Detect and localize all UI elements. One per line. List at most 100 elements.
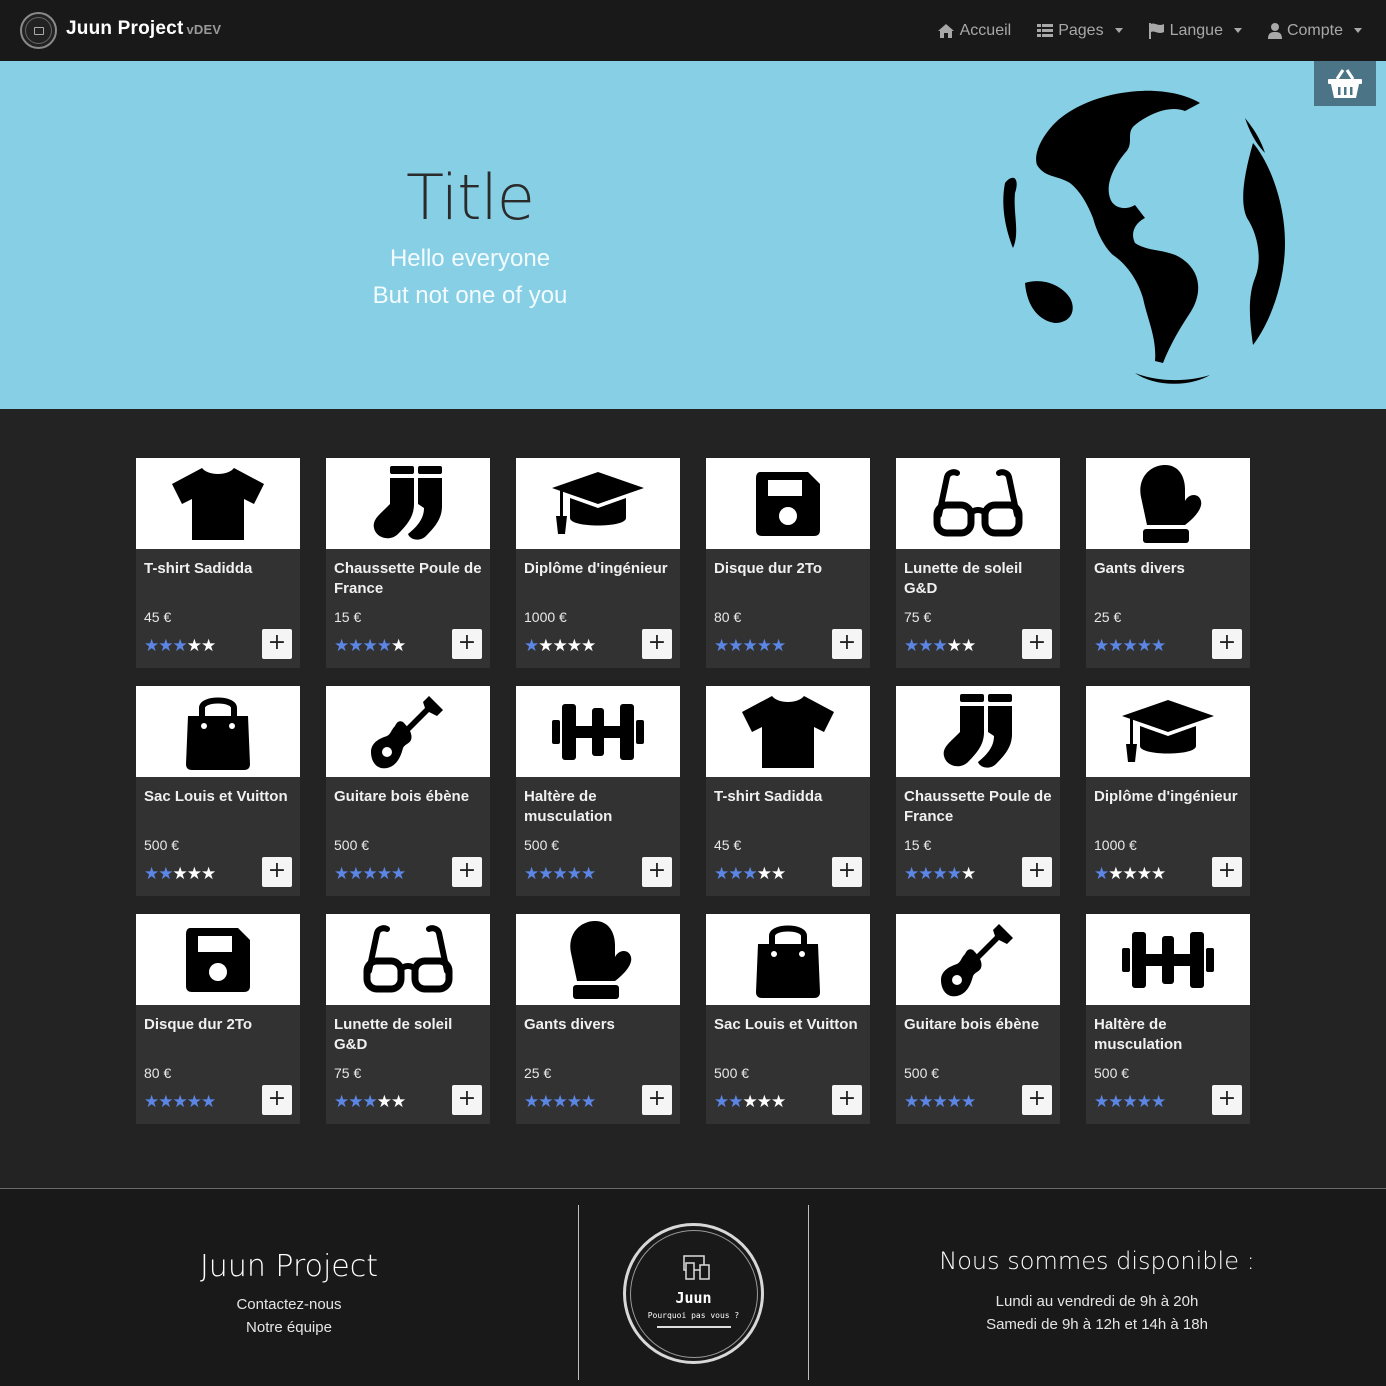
navbar: Juun Project vDEV Accueil Pages Langue Co… bbox=[0, 0, 1386, 61]
product-name[interactable]: Sac Louis et Vuitton bbox=[714, 1015, 864, 1035]
star-icon: ★ bbox=[756, 864, 772, 884]
add-to-cart-button[interactable]: + bbox=[1022, 857, 1052, 887]
star-icon: ★ bbox=[391, 1092, 406, 1112]
product-name[interactable]: Haltère de musculation bbox=[1094, 1015, 1244, 1055]
star-icon: ★ bbox=[918, 636, 933, 656]
product-card[interactable]: Gants divers 25 € ★★★★★ + bbox=[1086, 458, 1250, 668]
add-to-cart-button[interactable]: + bbox=[832, 629, 862, 659]
product-card[interactable]: Guitare bois ébène 500 € ★★★★★ + bbox=[326, 686, 490, 896]
add-to-cart-button[interactable]: + bbox=[452, 1085, 482, 1115]
star-icon: ★ bbox=[714, 1092, 729, 1112]
rating-stars: ★★★★★ bbox=[334, 1092, 406, 1112]
floppy-disk-icon bbox=[136, 914, 300, 1005]
brand-logo[interactable] bbox=[20, 12, 57, 49]
star-icon: ★ bbox=[391, 636, 406, 656]
add-to-cart-button[interactable]: + bbox=[1212, 629, 1242, 659]
add-to-cart-button[interactable]: + bbox=[832, 1085, 862, 1115]
add-to-cart-button[interactable]: + bbox=[642, 1085, 672, 1115]
contact-link[interactable]: Contactez-nous bbox=[130, 1296, 448, 1313]
add-to-cart-button[interactable]: + bbox=[1022, 1085, 1052, 1115]
star-icon: ★ bbox=[728, 636, 743, 656]
product-name[interactable]: Diplôme d'ingénieur bbox=[524, 559, 674, 579]
star-icon: ★ bbox=[201, 1092, 216, 1112]
product-name[interactable]: T-shirt Sadidda bbox=[714, 787, 864, 807]
add-to-cart-button[interactable]: + bbox=[1212, 857, 1242, 887]
add-to-cart-button[interactable]: + bbox=[262, 1085, 292, 1115]
product-card[interactable]: Gants divers 25 € ★★★★★ + bbox=[516, 914, 680, 1124]
glasses-icon bbox=[326, 914, 490, 1005]
star-icon: ★ bbox=[172, 636, 188, 656]
product-card[interactable]: Lunette de soleil G&D 75 € ★★★★★ + bbox=[896, 458, 1060, 668]
footer-title: Juun Project bbox=[199, 1249, 379, 1284]
add-to-cart-button[interactable]: + bbox=[642, 857, 672, 887]
star-icon: ★ bbox=[348, 636, 363, 656]
add-to-cart-button[interactable]: + bbox=[1212, 1085, 1242, 1115]
product-card[interactable]: Disque dur 2To 80 € ★★★★★ + bbox=[706, 458, 870, 668]
product-name[interactable]: Chaussette Poule de France bbox=[904, 787, 1054, 827]
star-icon: ★ bbox=[158, 636, 173, 656]
product-card[interactable]: Guitare bois ébène 500 € ★★★★★ + bbox=[896, 914, 1060, 1124]
nav-item-compte[interactable]: Compte bbox=[1267, 22, 1362, 40]
product-card[interactable]: Disque dur 2To 80 € ★★★★★ + bbox=[136, 914, 300, 1124]
star-icon: ★ bbox=[581, 1092, 596, 1112]
product-name[interactable]: Diplôme d'ingénieur bbox=[1094, 787, 1244, 807]
team-link[interactable]: Notre équipe bbox=[130, 1319, 448, 1336]
bag-icon bbox=[706, 914, 870, 1005]
add-to-cart-button[interactable]: + bbox=[642, 629, 672, 659]
star-icon: ★ bbox=[1136, 636, 1152, 656]
product-name[interactable]: T-shirt Sadidda bbox=[144, 559, 294, 579]
rating-stars: ★★★★★ bbox=[714, 1092, 786, 1112]
product-name[interactable]: Chaussette Poule de France bbox=[334, 559, 484, 599]
product-name[interactable]: Lunette de soleil G&D bbox=[904, 559, 1054, 599]
product-name[interactable]: Gants divers bbox=[1094, 559, 1244, 579]
product-card[interactable]: Diplôme d'ingénieur 1000 € ★★★★★ + bbox=[1086, 686, 1250, 896]
product-card[interactable]: T-shirt Sadidda 45 € ★★★★★ + bbox=[136, 458, 300, 668]
star-icon: ★ bbox=[1122, 1092, 1138, 1112]
product-card[interactable]: Lunette de soleil G&D 75 € ★★★★★ + bbox=[326, 914, 490, 1124]
star-icon: ★ bbox=[756, 1092, 772, 1112]
product-name[interactable]: Sac Louis et Vuitton bbox=[144, 787, 294, 807]
add-to-cart-button[interactable]: + bbox=[262, 629, 292, 659]
star-icon: ★ bbox=[932, 1092, 948, 1112]
rating-stars: ★★★★★ bbox=[1094, 636, 1166, 656]
product-name[interactable]: Disque dur 2To bbox=[144, 1015, 294, 1035]
star-icon: ★ bbox=[771, 1092, 786, 1112]
add-to-cart-button[interactable]: + bbox=[1022, 629, 1052, 659]
guitar-icon bbox=[326, 686, 490, 777]
product-card[interactable]: Chaussette Poule de France 15 € ★★★★★ + bbox=[896, 686, 1060, 896]
add-to-cart-button[interactable]: + bbox=[452, 629, 482, 659]
star-icon: ★ bbox=[904, 864, 919, 884]
product-card[interactable]: Haltère de musculation 500 € ★★★★★ + bbox=[516, 686, 680, 896]
product-card[interactable]: Chaussette Poule de France 15 € ★★★★★ + bbox=[326, 458, 490, 668]
product-name[interactable]: Guitare bois ébène bbox=[334, 787, 484, 807]
star-icon: ★ bbox=[904, 636, 919, 656]
star-icon: ★ bbox=[186, 636, 202, 656]
brand-title[interactable]: Juun Project vDEV bbox=[66, 18, 221, 40]
product-card[interactable]: Diplôme d'ingénieur 1000 € ★★★★★ + bbox=[516, 458, 680, 668]
caret-down-icon bbox=[1114, 28, 1123, 33]
star-icon: ★ bbox=[144, 1092, 159, 1112]
add-to-cart-button[interactable]: + bbox=[832, 857, 862, 887]
product-grid: T-shirt Sadidda 45 € ★★★★★ + Chaussette Poul… bbox=[136, 458, 1250, 1124]
add-to-cart-button[interactable]: + bbox=[262, 857, 292, 887]
product-name[interactable]: Gants divers bbox=[524, 1015, 674, 1035]
product-name[interactable]: Lunette de soleil G&D bbox=[334, 1015, 484, 1055]
add-to-cart-button[interactable]: + bbox=[452, 857, 482, 887]
product-name[interactable]: Haltère de musculation bbox=[524, 787, 674, 827]
bag-icon bbox=[136, 686, 300, 777]
nav-item-pages[interactable]: Pages bbox=[1037, 22, 1123, 40]
product-price: 75 € bbox=[904, 609, 932, 625]
product-card[interactable]: Sac Louis et Vuitton 500 € ★★★★★ + bbox=[136, 686, 300, 896]
socks-icon bbox=[326, 458, 490, 549]
star-icon: ★ bbox=[918, 1092, 933, 1112]
product-card[interactable]: Haltère de musculation 500 € ★★★★★ + bbox=[1086, 914, 1250, 1124]
product-price: 45 € bbox=[144, 609, 172, 625]
nav-item-accueil[interactable]: Accueil bbox=[937, 22, 1011, 40]
nav-item-langue[interactable]: Langue bbox=[1148, 22, 1242, 40]
product-name[interactable]: Guitare bois ébène bbox=[904, 1015, 1054, 1035]
star-icon: ★ bbox=[961, 1092, 976, 1112]
product-card[interactable]: T-shirt Sadidda 45 € ★★★★★ + bbox=[706, 686, 870, 896]
product-card[interactable]: Sac Louis et Vuitton 500 € ★★★★★ + bbox=[706, 914, 870, 1124]
product-name[interactable]: Disque dur 2To bbox=[714, 559, 864, 579]
cart-button[interactable] bbox=[1314, 61, 1376, 106]
